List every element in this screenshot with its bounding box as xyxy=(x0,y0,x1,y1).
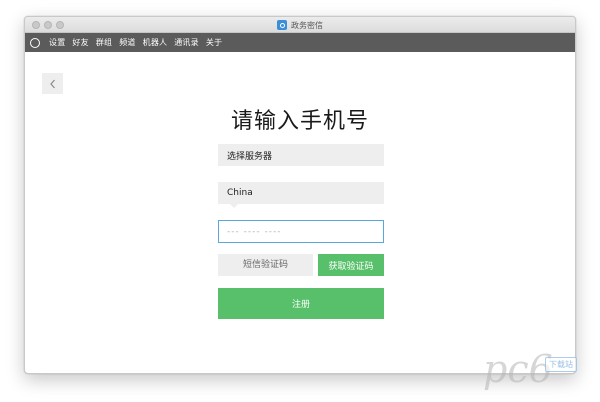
back-button[interactable] xyxy=(42,73,63,94)
menu-bar: 设置 好友 群组 频道 机器人 通讯录 关于 xyxy=(25,33,575,52)
menu-item-groups[interactable]: 群组 xyxy=(96,37,112,48)
get-code-button[interactable]: 获取验证码 xyxy=(318,254,384,276)
pc6-watermark: pc6 下载站 xyxy=(483,350,593,396)
server-select-label: 选择服务器 xyxy=(227,151,273,162)
country-select[interactable]: China xyxy=(218,182,384,208)
app-ring-logo-icon xyxy=(30,37,40,48)
app-window: 政务密信 设置 好友 群组 频道 机器人 通讯录 关于 请输入手机号 选择服务器… xyxy=(24,16,576,374)
sms-code-input[interactable] xyxy=(218,254,313,276)
menu-item-bots[interactable]: 机器人 xyxy=(143,37,168,48)
window-title-group: 政务密信 xyxy=(25,17,575,33)
window-title: 政务密信 xyxy=(291,20,323,30)
menu-item-about[interactable]: 关于 xyxy=(206,37,222,48)
page-title: 请输入手机号 xyxy=(230,109,369,134)
title-bar: 政务密信 xyxy=(25,17,575,33)
watermark-tag: 下载站 xyxy=(545,357,577,372)
menu-item-friends[interactable]: 好友 xyxy=(72,37,88,48)
server-select[interactable]: 选择服务器 xyxy=(218,144,384,166)
menu-item-settings[interactable]: 设置 xyxy=(49,37,65,48)
menu-item-contacts[interactable]: 通讯录 xyxy=(174,37,199,48)
chevron-left-icon xyxy=(49,79,55,88)
app-logo-icon xyxy=(277,20,287,30)
watermark-brand: pc6 xyxy=(483,347,553,391)
country-select-value: China xyxy=(227,188,253,198)
phone-number-input[interactable] xyxy=(218,220,384,243)
register-button[interactable]: 注册 xyxy=(218,288,384,319)
menu-item-channels[interactable]: 频道 xyxy=(119,37,135,48)
